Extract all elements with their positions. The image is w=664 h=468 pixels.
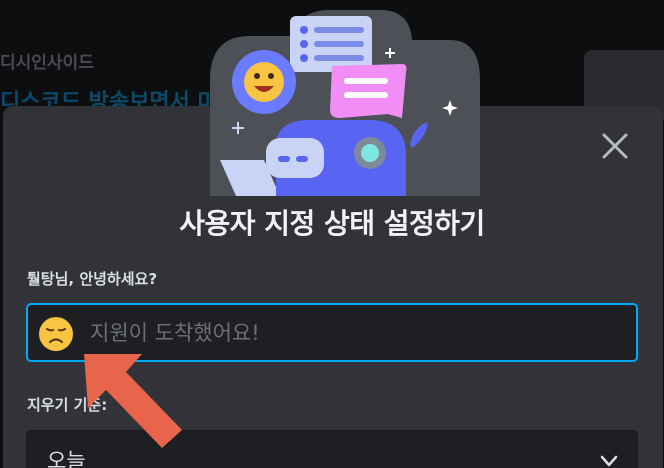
hero-illustration: [210, 10, 480, 196]
clear-after-label: 지우기 기준:: [27, 396, 108, 414]
emoji-picker-button[interactable]: [38, 316, 74, 352]
close-icon: [602, 133, 628, 159]
background-breadcrumb: 디시인사이드: [0, 53, 94, 73]
status-input-container: [26, 303, 638, 362]
modal-title: 사용자 지정 상태 설정하기: [179, 207, 485, 240]
custom-status-input[interactable]: [90, 305, 630, 360]
chat-bubble-icon: [330, 64, 407, 118]
clear-after-selected-value: 오늘: [47, 449, 86, 468]
greeting-label: 퉐탕님, 안녕하세요?: [27, 270, 158, 288]
close-button[interactable]: [595, 126, 635, 166]
chevron-down-icon: [600, 455, 618, 467]
clear-after-select[interactable]: 오늘: [26, 430, 638, 468]
disappointed-face-emoji-icon: [39, 317, 73, 351]
